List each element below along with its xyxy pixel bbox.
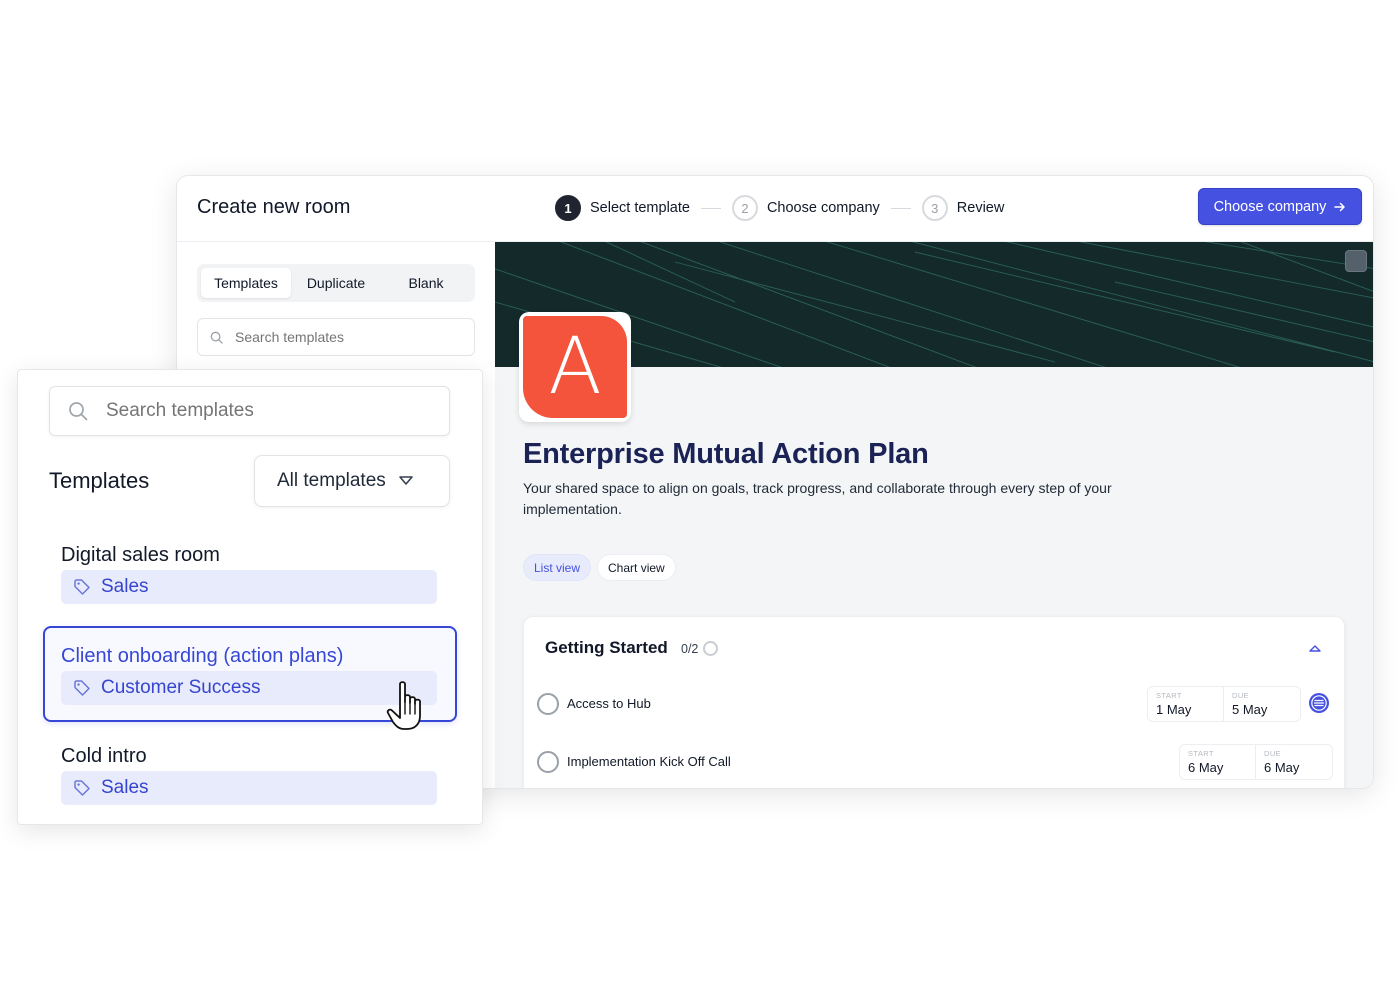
step-number: 3 [921,195,948,221]
start-value: 1 May [1156,702,1192,717]
view-switch: List view Chart view [523,554,676,581]
button-label: Choose company [1213,198,1327,215]
step-number: 2 [731,195,758,221]
template-preview: A Enterprise Mutual Action Plan Your sha… [495,242,1373,788]
tag-icon [74,680,90,696]
step-divider [890,207,911,209]
template-item-cold-intro[interactable]: Cold intro Sales [43,727,457,823]
step-label: Select template [590,200,690,216]
template-name: Digital sales room [61,544,220,566]
progress-ring-icon [703,641,719,656]
section-title: Getting Started [545,638,668,657]
hand-pointer-icon [386,681,421,730]
step-review[interactable]: 3 Review [921,195,1005,221]
tag-label: Customer Success [101,677,261,698]
filter-label: All templates [277,470,386,491]
tag-icon [74,780,90,796]
template-tag: Customer Success [61,671,437,705]
step-label: Choose company [766,200,880,216]
due-caption: DUE [1264,749,1282,758]
step-select-template[interactable]: 1 Select template [555,195,690,221]
list-view-button[interactable]: List view [523,554,592,581]
task-checkbox[interactable] [537,693,559,715]
tag-label: Sales [101,576,149,597]
start-caption: START [1156,691,1182,700]
due-date[interactable]: DUE 6 May [1256,745,1332,779]
tag-label: Sales [101,777,149,798]
section-progress: 0/2 [681,641,719,656]
template-name: Client onboarding (action plans) [61,645,344,667]
task-checkbox[interactable] [537,751,559,773]
start-caption: START [1188,749,1214,758]
start-date[interactable]: START 6 May [1180,745,1256,779]
templates-heading: Templates [49,468,150,493]
step-choose-company[interactable]: 2 Choose company [731,195,880,221]
task-name: Access to Hub [567,696,651,711]
task-dates[interactable]: START 6 May DUE 6 May [1179,744,1333,780]
edit-cover-button[interactable] [1345,250,1367,272]
arrow-right-icon [1334,202,1346,211]
template-name: Cold intro [61,745,147,767]
search-icon [210,331,223,344]
start-date[interactable]: START 1 May [1148,687,1224,721]
section-card: Getting Started 0/2 Access to Hub START … [523,616,1345,788]
chart-view-button[interactable]: Chart view [597,554,676,581]
chevron-down-icon [398,476,413,485]
tab-blank[interactable]: Blank [381,268,471,298]
due-caption: DUE [1232,691,1250,700]
step-label: Review [956,200,1005,216]
stepper: 1 Select template 2 Choose company 3 Rev… [555,194,1004,222]
template-tag: Sales [61,771,437,805]
choose-company-button[interactable]: Choose company [1198,188,1362,225]
source-tabs: Templates Duplicate Blank [197,264,475,302]
start-value: 6 May [1188,760,1224,775]
tab-duplicate[interactable]: Duplicate [291,268,381,298]
search-icon [69,402,88,421]
due-value: 5 May [1232,702,1268,717]
task-details-icon[interactable] [1308,692,1330,714]
templates-panel: Templates All templates Digital sales ro… [17,369,483,825]
page-title: Create new room [197,196,351,218]
template-item-digital-sales-room[interactable]: Digital sales room Sales [43,526,457,622]
chevron-up-icon[interactable] [1308,641,1322,655]
template-search-box [49,386,450,436]
tag-icon [74,579,90,595]
progress-count: 0/2 [681,641,699,656]
window-header: Create new room 1 Select template 2 Choo… [177,176,1373,242]
due-value: 6 May [1264,760,1300,775]
step-number: 1 [555,195,581,221]
due-date[interactable]: DUE 5 May [1224,687,1300,721]
task-row[interactable]: Implementation Kick Off Call START 6 May… [537,744,1337,780]
task-name: Implementation Kick Off Call [567,754,731,769]
template-tag: Sales [61,570,437,604]
logo-mark: A [523,316,627,418]
template-filter-dropdown[interactable]: All templates [254,455,450,507]
search-box [197,318,475,356]
plan-description: Your shared space to align on goals, tra… [523,480,1112,517]
plan-title: Enterprise Mutual Action Plan [523,438,929,470]
task-row[interactable]: Access to Hub START 1 May DUE 5 May [537,686,1337,722]
template-search-input[interactable] [106,400,406,422]
task-dates[interactable]: START 1 May DUE 5 May [1147,686,1301,722]
company-logo: A [519,312,631,422]
search-input[interactable] [235,329,435,345]
tab-templates[interactable]: Templates [201,268,291,298]
step-divider [700,207,721,209]
